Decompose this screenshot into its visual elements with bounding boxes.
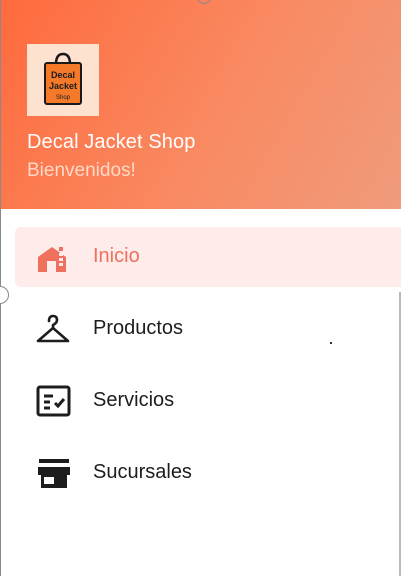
drawer-header: Decal Jacket Shop Decal Jacket Shop Bien…: [1, 0, 401, 209]
svg-text:Decal: Decal: [51, 70, 75, 80]
menu-item-sucursales[interactable]: Sucursales: [15, 443, 401, 503]
menu-item-servicios[interactable]: Servicios: [15, 371, 401, 431]
svg-text:Shop: Shop: [56, 95, 71, 101]
shop-logo: Decal Jacket Shop: [27, 44, 99, 116]
hanger-icon: [35, 311, 73, 347]
menu-item-label: Servicios: [93, 389, 175, 411]
shopping-bag-logo-icon: Decal Jacket Shop: [44, 52, 82, 105]
menu-item-label: Sucursales: [93, 461, 192, 483]
welcome-message: Bienvenidos!: [27, 160, 136, 181]
menu-item-inicio[interactable]: Inicio: [15, 227, 401, 287]
menu-item-label: Productos: [93, 317, 184, 339]
home-icon: [35, 239, 73, 275]
menu-item-productos[interactable]: Productos: [15, 299, 401, 359]
svg-text:Jacket: Jacket: [49, 81, 77, 91]
stray-dot: [330, 342, 332, 344]
menu-item-label: Inicio: [93, 245, 140, 267]
shop-name: Decal Jacket Shop: [27, 131, 196, 153]
store-icon: [35, 455, 73, 491]
checklist-icon: [35, 383, 73, 419]
navigation-drawer: Decal Jacket Shop Decal Jacket Shop Bien…: [0, 0, 401, 576]
